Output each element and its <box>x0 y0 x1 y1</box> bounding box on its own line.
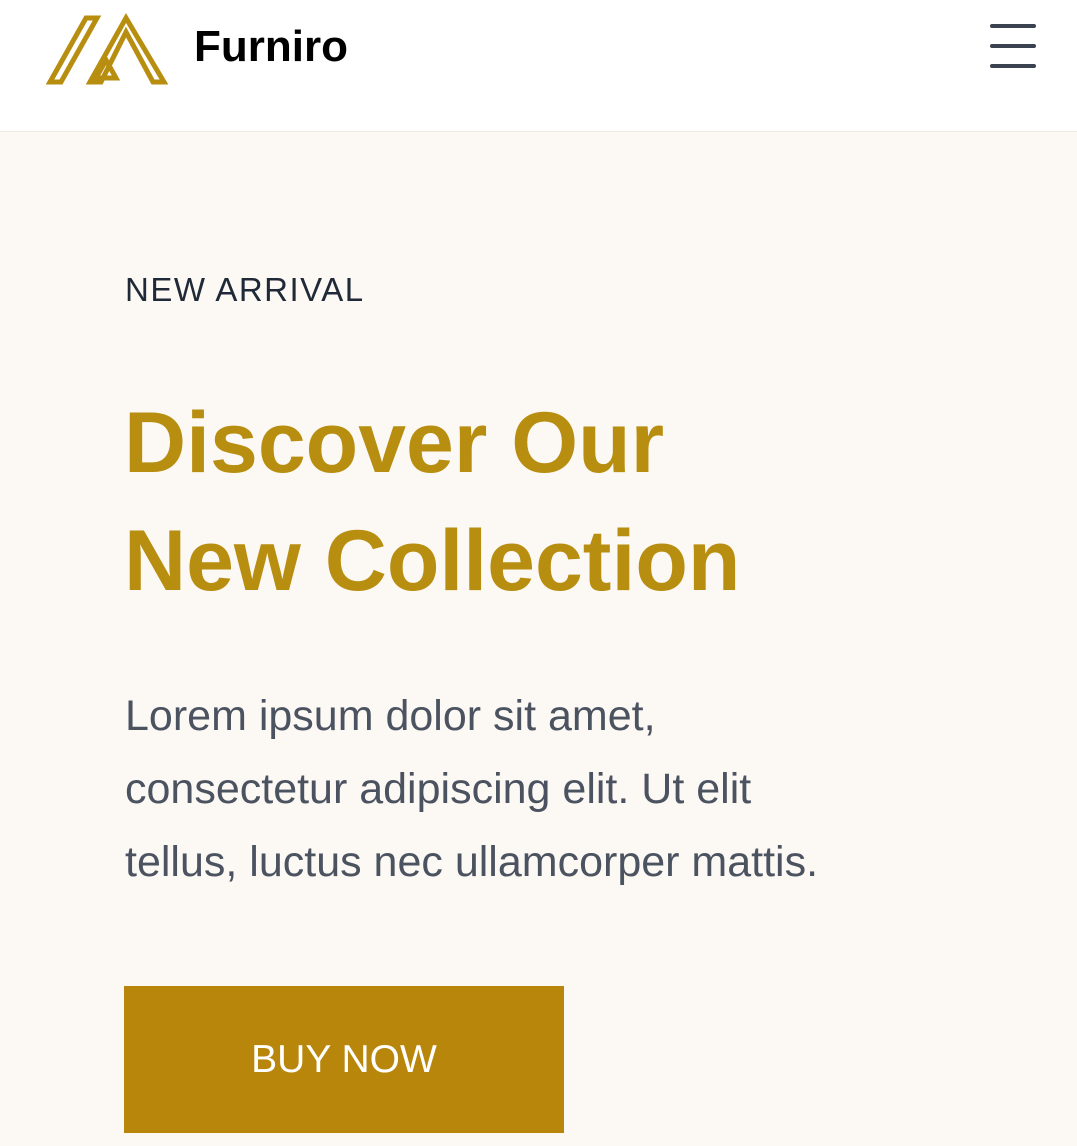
hero-section: NEW ARRIVAL Discover Our New Collection … <box>0 132 1077 1146</box>
hero-description-line: consectetur adipiscing elit. Ut elit <box>125 765 752 813</box>
brand-name[interactable]: Furniro <box>194 22 348 72</box>
hero-title: Discover Our New Collection <box>124 384 1024 620</box>
site-header: Furniro <box>0 0 1077 132</box>
hamburger-menu-button[interactable] <box>984 20 1042 72</box>
hero-description-line: Lorem ipsum dolor sit amet, <box>125 692 656 740</box>
furniro-logo-icon <box>46 13 168 85</box>
hero-title-line: Discover Our <box>124 395 665 491</box>
menu-icon-bar <box>990 44 1036 48</box>
hero-title-line: New Collection <box>124 513 741 609</box>
menu-icon-bar <box>990 24 1036 28</box>
hero-eyebrow: NEW ARRIVAL <box>125 271 365 308</box>
buy-now-button[interactable]: BUY NOW <box>124 986 564 1133</box>
menu-icon-bar <box>990 64 1036 68</box>
hero-description-line: tellus, luctus nec ullamcorper mattis. <box>125 838 819 886</box>
hero-description: Lorem ipsum dolor sit amet, consectetur … <box>125 680 985 899</box>
